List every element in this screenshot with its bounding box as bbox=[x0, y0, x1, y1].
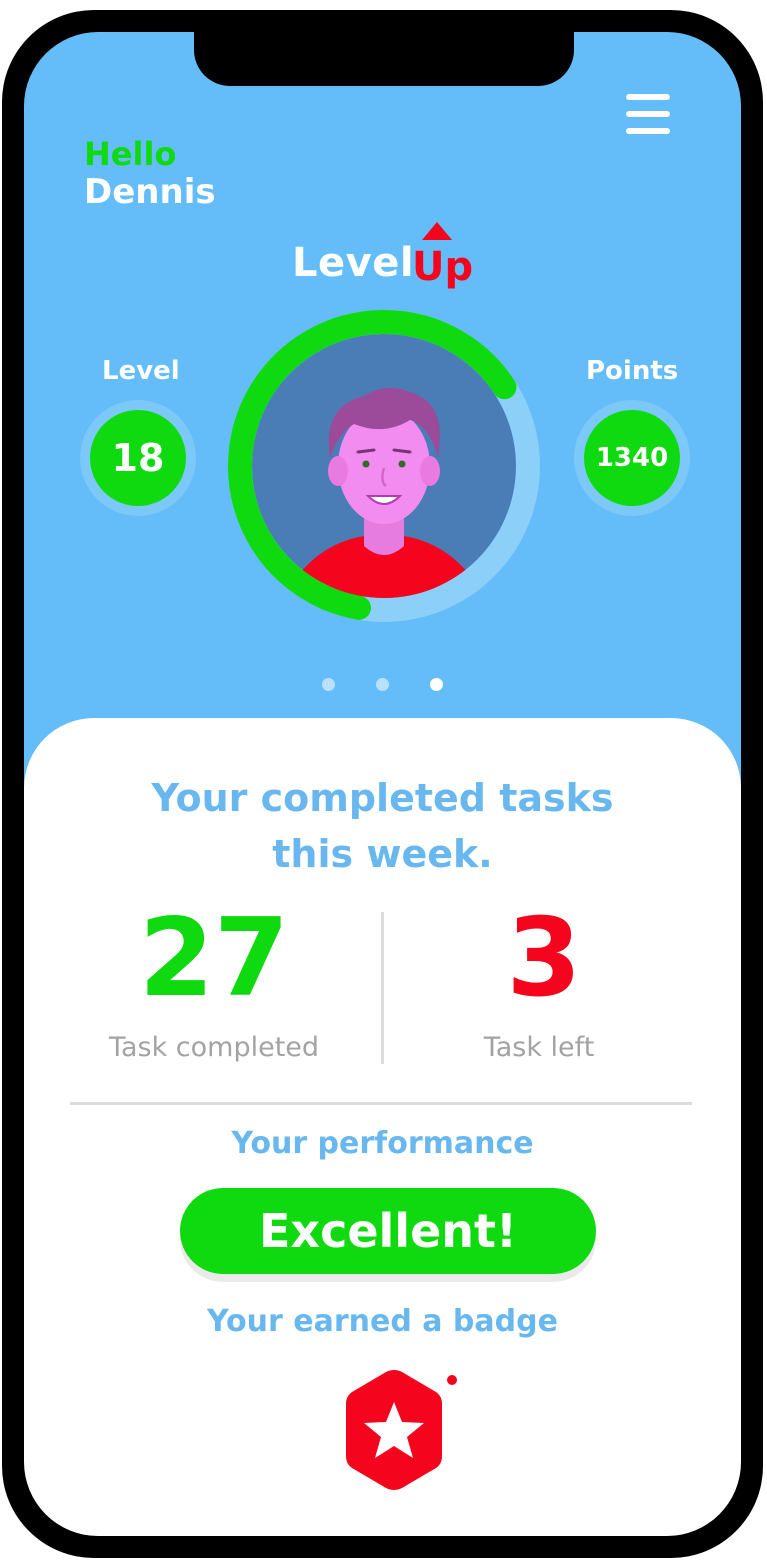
badge-label: Your earned a badge bbox=[207, 1304, 558, 1339]
completed-count: 27 bbox=[138, 896, 290, 1021]
points-value: 1340 bbox=[595, 443, 669, 473]
summary-title-line: this week. bbox=[272, 832, 493, 876]
performance-label: Your performance bbox=[231, 1126, 534, 1161]
avatar-with-progress-ring bbox=[228, 310, 540, 622]
performance-value: Excellent! bbox=[258, 1204, 517, 1258]
points-badge: 1340 bbox=[584, 410, 680, 506]
phone-notch bbox=[194, 32, 574, 86]
star-badge-icon[interactable] bbox=[324, 1360, 464, 1500]
section-divider bbox=[70, 1102, 692, 1105]
carousel-dot[interactable] bbox=[322, 678, 335, 691]
greeting-text: Hello bbox=[84, 135, 177, 173]
tasks-left-count: 3 bbox=[506, 896, 582, 1021]
up-arrow-icon bbox=[422, 222, 452, 240]
tasks-left-label: Task left bbox=[483, 1032, 595, 1063]
level-value: 18 bbox=[111, 436, 165, 480]
carousel-dot[interactable] bbox=[376, 678, 389, 691]
app-logo: Level Up bbox=[292, 220, 492, 290]
summary-title: Your completed tasks this week. bbox=[24, 770, 741, 882]
performance-pill[interactable]: Excellent! bbox=[180, 1188, 596, 1274]
stats-divider bbox=[381, 912, 384, 1064]
completed-label: Task completed bbox=[108, 1032, 320, 1063]
logo-word: Level bbox=[292, 240, 415, 286]
phone-frame: Hello Dennis Level Up Level 18 Points 13… bbox=[2, 10, 763, 1558]
points-label: Points bbox=[586, 356, 679, 386]
hamburger-menu-icon[interactable] bbox=[626, 94, 670, 134]
summary-card: Your completed tasks this week. 27 Task … bbox=[24, 718, 741, 1536]
level-label: Level bbox=[102, 356, 180, 386]
carousel-dot[interactable] bbox=[430, 678, 443, 691]
header-section: Hello Dennis Level Up Level 18 Points 13… bbox=[24, 32, 741, 792]
user-name: Dennis bbox=[84, 172, 216, 212]
level-badge: 18 bbox=[90, 410, 186, 506]
app-screen: Hello Dennis Level Up Level 18 Points 13… bbox=[24, 32, 741, 1536]
summary-title-line: Your completed tasks bbox=[151, 776, 614, 820]
logo-accent: Up bbox=[412, 244, 474, 290]
carousel-dots bbox=[322, 678, 452, 698]
